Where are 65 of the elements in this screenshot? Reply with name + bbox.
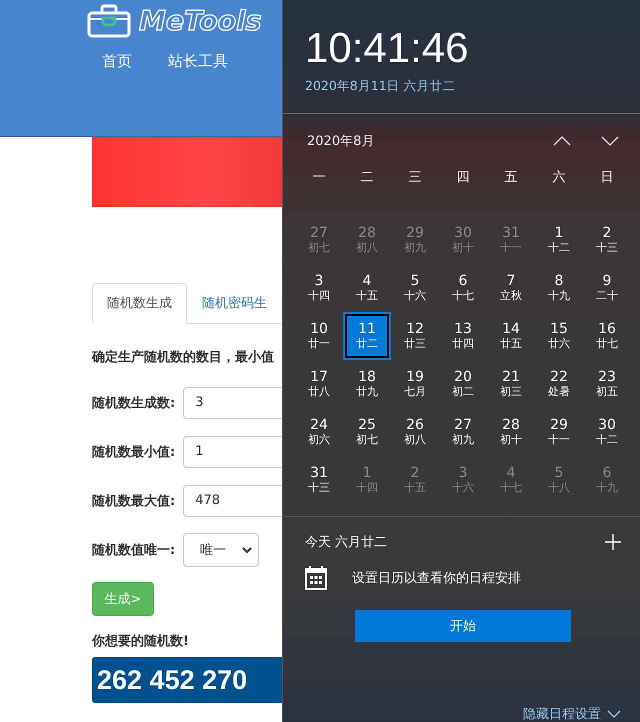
calendar-day[interactable]: 25 初七 (343, 408, 391, 456)
weekday-label: 五 (504, 169, 518, 187)
weekday-label: 六 (552, 169, 566, 187)
chevron-down-icon[interactable] (601, 136, 619, 146)
toolbox-icon (87, 4, 131, 38)
weekday-label: 日 (600, 169, 614, 187)
calendar-day[interactable]: 12 廿三 (391, 312, 439, 360)
calendar-day[interactable]: 31 十三 (295, 456, 343, 504)
site-logo[interactable]: MeTools (139, 6, 262, 36)
calendar-day[interactable]: 3 十四 (295, 264, 343, 312)
start-button[interactable]: 开始 (355, 610, 571, 642)
chevron-down-icon (242, 546, 252, 554)
field-label: 随机数最大值: (92, 493, 176, 510)
hide-agenda-link[interactable]: 隐藏日程设置 (523, 705, 601, 722)
calendar-day[interactable]: 2 十三 (583, 216, 631, 264)
calendar-day[interactable]: 9 二十 (583, 264, 631, 312)
calendar-day[interactable]: 23 初五 (583, 360, 631, 408)
clock-date[interactable]: 2020年8月11日 六月廿二 (305, 78, 621, 95)
field-label: 随机数生成数: (92, 395, 176, 412)
description-text: 确定生产随机数的数目，最小值 (92, 348, 275, 366)
calendar-day[interactable]: 20 初二 (439, 360, 487, 408)
calendar-day[interactable]: 27 初九 (439, 408, 487, 456)
today-label: 今天 六月廿二 (305, 534, 388, 551)
tab[interactable]: 随机密码生 (187, 283, 282, 323)
calendar-day[interactable]: 11 廿二 (343, 312, 391, 360)
nav-link[interactable]: 站长工具 (168, 52, 228, 71)
field-label: 随机数值唯一: (92, 542, 176, 559)
nav-link[interactable]: 首页 (102, 52, 132, 71)
calendar-icon (305, 565, 327, 590)
calendar-day[interactable]: 6 十七 (439, 264, 487, 312)
calendar-day[interactable]: 13 廿四 (439, 312, 487, 360)
calendar-day[interactable]: 24 初六 (295, 408, 343, 456)
calendar-day[interactable]: 17 廿八 (295, 360, 343, 408)
clock-time: 10:41:46 (305, 23, 470, 73)
field-label: 随机数最小值: (92, 444, 176, 461)
calendar-day[interactable]: 8 十九 (535, 264, 583, 312)
calendar-day[interactable]: 29 十一 (535, 408, 583, 456)
calendar-day[interactable]: 28 初十 (487, 408, 535, 456)
calendar-day[interactable]: 4 十五 (343, 264, 391, 312)
result-label: 你想要的随机数! (92, 633, 190, 650)
chevron-down-icon[interactable] (607, 710, 621, 718)
calendar-day[interactable]: 30 十二 (583, 408, 631, 456)
result-value: 262 452 270 (92, 657, 282, 703)
calendar-day[interactable]: 22 处暑 (535, 360, 583, 408)
select-dropdown[interactable]: 唯一 (183, 533, 260, 567)
calendar-day[interactable]: 21 初三 (487, 360, 535, 408)
weekday-label: 二 (360, 169, 374, 187)
chevron-up-icon[interactable] (553, 136, 571, 146)
calendar-day[interactable]: 7 立秋 (487, 264, 535, 312)
calendar-day[interactable]: 18 廿九 (343, 360, 391, 408)
calendar-day[interactable]: 26 初八 (391, 408, 439, 456)
month-title[interactable]: 2020年8月 (307, 132, 374, 150)
calendar-day[interactable]: 1 十二 (535, 216, 583, 264)
tab[interactable]: 随机数生成 (92, 283, 187, 324)
calendar-day[interactable]: 5 十六 (391, 264, 439, 312)
weekday-label: 四 (456, 169, 470, 187)
calendar-day[interactable]: 16 廿七 (583, 312, 631, 360)
plus-icon[interactable] (605, 534, 621, 550)
calendar-day[interactable]: 19 七月 (391, 360, 439, 408)
agenda-message: 设置日历以查看你的日程安排 (352, 570, 521, 586)
calendar-day[interactable]: 15 廿六 (535, 312, 583, 360)
weekday-label: 一 (312, 169, 326, 187)
weekday-label: 三 (408, 169, 422, 187)
calendar-day[interactable]: 14 廿五 (487, 312, 535, 360)
calendar-day[interactable]: 10 廿一 (295, 312, 343, 360)
